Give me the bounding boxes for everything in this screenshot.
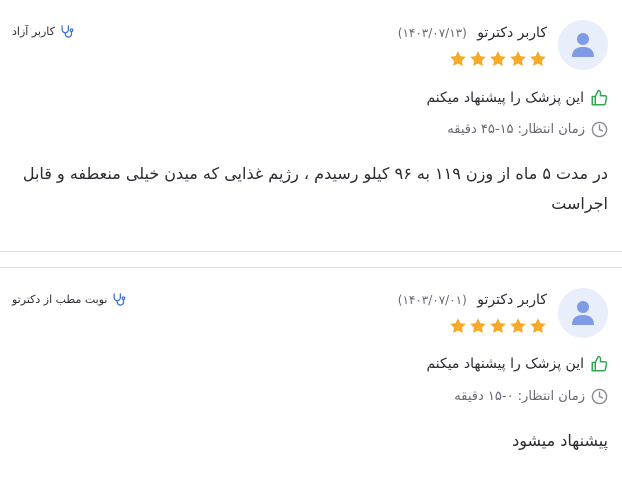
recommend-line: این پزشک را پیشنهاد میکنم — [426, 89, 608, 107]
star-icon — [530, 318, 546, 334]
review-card: کاربر دکترتو (۱۴۰۳/۰۷/۰۱) نوبت مطب از دک… — [0, 267, 622, 484]
star-icon — [470, 51, 486, 67]
star-icon — [510, 318, 526, 334]
clock-icon — [591, 121, 608, 138]
star-icon — [530, 51, 546, 67]
avatar — [558, 20, 608, 70]
review-user-line: کاربر دکترتو (۱۴۰۳/۰۷/۰۱) — [398, 292, 547, 308]
review-comment: در مدت ۵ ماه از وزن ۱۱۹ به ۹۶ کیلو رسیدم… — [22, 164, 608, 213]
review-platform: کاربر آزاد — [12, 24, 74, 39]
review-user-name: کاربر دکترتو — [477, 292, 547, 308]
review-platform: نوبت مطب از دکترتو — [12, 292, 126, 307]
review-user-line: کاربر دکترتو (۱۴۰۳/۰۷/۱۳) — [398, 25, 547, 41]
star-icon — [510, 51, 526, 67]
recommend-text: این پزشک را پیشنهاد میکنم — [426, 90, 584, 106]
platform-label: کاربر آزاد — [12, 25, 55, 38]
wait-time-line: زمان انتظار: ۰-۱۵ دقیقه — [454, 388, 608, 405]
avatar — [558, 288, 608, 338]
review-date: (۱۴۰۳/۰۷/۰۱) — [397, 293, 467, 307]
review-card: کاربر دکترتو (۱۴۰۳/۰۷/۱۳) کاربر آزاد این… — [0, 0, 622, 252]
thumbs-up-icon — [591, 89, 608, 106]
recommend-line: این پزشک را پیشنهاد میکنم — [426, 355, 608, 373]
star-icon — [450, 51, 466, 67]
rating-stars — [449, 50, 547, 68]
platform-label: نوبت مطب از دکترتو — [12, 293, 108, 306]
stethoscope-icon — [113, 293, 126, 306]
star-icon — [450, 318, 466, 334]
star-icon — [470, 318, 486, 334]
wait-time-text: زمان انتظار: ۰-۱۵ دقیقه — [454, 389, 585, 404]
thumbs-up-icon — [591, 355, 608, 372]
review-comment: پیشنهاد میشود — [512, 431, 608, 450]
wait-time-text: زمان انتظار: ۱۵-۴۵ دقیقه — [447, 122, 585, 137]
star-icon — [490, 318, 506, 334]
wait-time-line: زمان انتظار: ۱۵-۴۵ دقیقه — [447, 121, 608, 138]
rating-stars — [449, 317, 547, 335]
user-icon — [572, 33, 594, 57]
user-icon — [572, 301, 594, 325]
stethoscope-icon — [61, 25, 74, 38]
clock-icon — [591, 388, 608, 405]
review-date: (۱۴۰۳/۰۷/۱۳) — [397, 26, 467, 40]
recommend-text: این پزشک را پیشنهاد میکنم — [426, 356, 584, 372]
review-user-name: کاربر دکترتو — [477, 25, 547, 41]
star-icon — [490, 51, 506, 67]
